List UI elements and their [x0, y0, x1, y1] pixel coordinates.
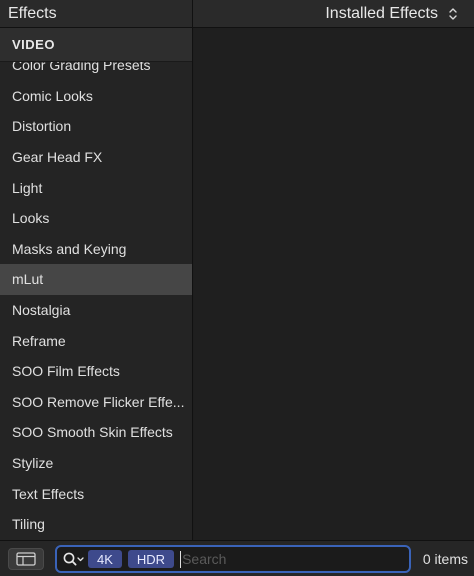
browser-title: Effects [0, 0, 193, 28]
category-list: Color Grading Presets Comic Looks Distorti… [0, 50, 192, 540]
sidebar-item-mlut[interactable]: mLut [0, 264, 192, 295]
sidebar-item-tiling[interactable]: Tiling [0, 509, 192, 540]
sidebar-item-comic-looks[interactable]: Comic Looks [0, 81, 192, 112]
sidebar-item-stylize[interactable]: Stylize [0, 448, 192, 479]
installed-effects-label: Installed Effects [325, 5, 438, 22]
effects-footer: 4K HDR 0 items [0, 540, 474, 576]
sidebar-item-gear-head-fx[interactable]: Gear Head FX [0, 142, 192, 173]
sidebar-item-soo-film-effects[interactable]: SOO Film Effects [0, 356, 192, 387]
item-count: 0 items [422, 551, 468, 567]
sidebar-toggle-icon [16, 552, 36, 566]
sidebar-item-soo-remove-flicker-effe[interactable]: SOO Remove Flicker Effe... [0, 387, 192, 418]
search-field[interactable]: 4K HDR [55, 545, 411, 573]
effects-browser-content[interactable] [194, 28, 474, 540]
sidebar-toggle-button[interactable] [8, 548, 44, 570]
sidebar-item-light[interactable]: Light [0, 172, 192, 203]
sidebar-item-reframe[interactable]: Reframe [0, 325, 192, 356]
section-header-video: VIDEO [0, 28, 192, 62]
up-down-chevron-icon [448, 7, 458, 21]
sidebar-item-masks-and-keying[interactable]: Masks and Keying [0, 234, 192, 265]
sidebar-item-text-effects[interactable]: Text Effects [0, 478, 192, 509]
sidebar-item-nostalgia[interactable]: Nostalgia [0, 295, 192, 326]
search-token-hdr[interactable]: HDR [127, 550, 175, 568]
effects-header: Effects Installed Effects [0, 0, 474, 28]
effects-category-sidebar[interactable]: VIDEO Color Grading Presets Comic Looks Di… [0, 28, 193, 540]
search-token-4k[interactable]: 4K [88, 550, 122, 568]
magnifier-icon[interactable] [62, 549, 88, 569]
sidebar-item-distortion[interactable]: Distortion [0, 111, 192, 142]
installed-effects-popup[interactable]: Installed Effects [193, 0, 474, 28]
sidebar-item-soo-smooth-skin-effects[interactable]: SOO Smooth Skin Effects [0, 417, 192, 448]
search-input[interactable] [181, 551, 332, 567]
sidebar-item-looks[interactable]: Looks [0, 203, 192, 234]
